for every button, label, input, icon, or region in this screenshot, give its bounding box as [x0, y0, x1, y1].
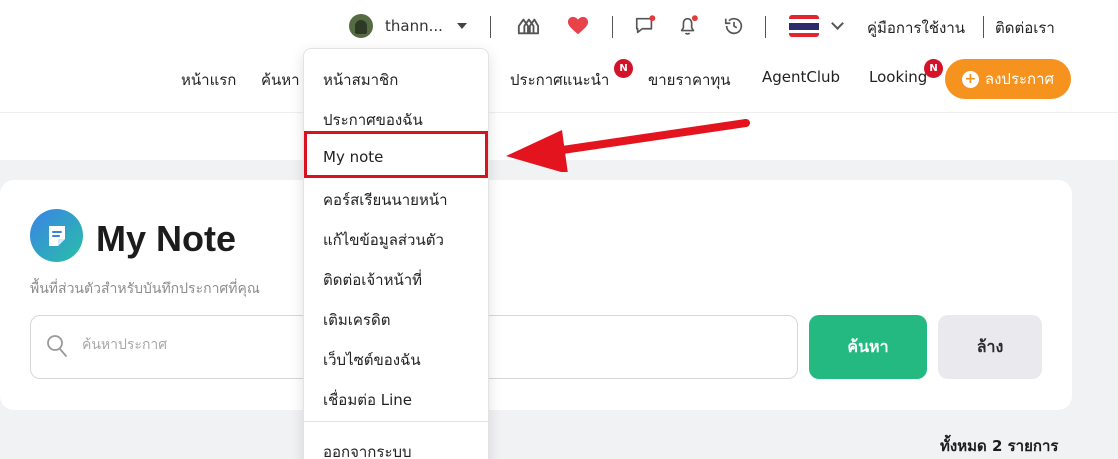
page-title: My Note: [96, 218, 237, 259]
plus-icon: +: [961, 70, 979, 88]
note-icon: [30, 209, 83, 262]
divider: [983, 16, 984, 38]
nav-home[interactable]: หน้าแรก: [181, 68, 236, 92]
nav-search[interactable]: ค้นหา: [261, 68, 300, 92]
menu-item-logout[interactable]: ออกจากระบบ: [323, 440, 412, 459]
divider: [612, 16, 613, 38]
results-total: ทั้งหมด 2 รายการ: [940, 437, 1059, 455]
menu-divider: [304, 421, 488, 422]
account-dropdown-menu: หน้าสมาชิก ประกาศของฉัน My note คอร์สเรี…: [303, 48, 489, 459]
annotation-arrow-icon: [506, 119, 750, 172]
menu-item-contact-staff[interactable]: ติดต่อเจ้าหน้าที่: [323, 268, 422, 292]
menu-item-my-website[interactable]: เว็บไซต์ของฉัน: [323, 348, 421, 372]
my-note-highlight-box: [304, 131, 488, 178]
divider: [490, 16, 491, 38]
chat-icon[interactable]: [633, 14, 657, 38]
clear-button[interactable]: ล้าง: [938, 315, 1042, 379]
page-subtitle: พื้นที่ส่วนตัวสำหรับบันทึกประกาศที่คุณ: [30, 281, 260, 297]
history-icon[interactable]: [722, 14, 746, 38]
menu-item-agent-course[interactable]: คอร์สเรียนนายหน้า: [323, 188, 448, 212]
bell-icon[interactable]: [676, 14, 700, 38]
username: thann...: [385, 17, 443, 35]
nav-looking[interactable]: Looking: [869, 68, 927, 86]
nav-agentclub[interactable]: AgentClub: [762, 68, 840, 86]
heart-icon[interactable]: [566, 14, 590, 38]
menu-item-top-up-credit[interactable]: เติมเครดิต: [323, 308, 390, 332]
search-icon: [47, 335, 67, 357]
thailand-flag-icon[interactable]: [789, 15, 819, 37]
avatar: [349, 14, 373, 38]
compare-icon[interactable]: [516, 14, 540, 38]
new-badge: N: [924, 59, 943, 78]
nav-sell-at-cost[interactable]: ขายราคาทุน: [648, 68, 731, 92]
contact-link[interactable]: ติดต่อเรา: [995, 16, 1055, 40]
manual-link[interactable]: คู่มือการใช้งาน: [867, 16, 965, 40]
post-listing-label: ลงประกาศ: [984, 70, 1055, 88]
menu-item-my-listings[interactable]: ประกาศของฉัน: [323, 108, 423, 132]
nav-recommended[interactable]: ประกาศแนะนำ: [510, 68, 609, 92]
new-badge: N: [614, 59, 633, 78]
search-button[interactable]: ค้นหา: [809, 315, 927, 379]
post-listing-button[interactable]: + ลงประกาศ: [945, 59, 1071, 99]
menu-item-member-home[interactable]: หน้าสมาชิก: [323, 68, 398, 92]
menu-item-connect-line[interactable]: เชื่อมต่อ Line: [323, 388, 412, 412]
menu-item-edit-profile[interactable]: แก้ไขข้อมูลส่วนตัว: [323, 228, 444, 252]
user-menu[interactable]: thann...: [349, 14, 467, 38]
caret-down-icon: [456, 23, 467, 29]
divider: [765, 16, 766, 38]
